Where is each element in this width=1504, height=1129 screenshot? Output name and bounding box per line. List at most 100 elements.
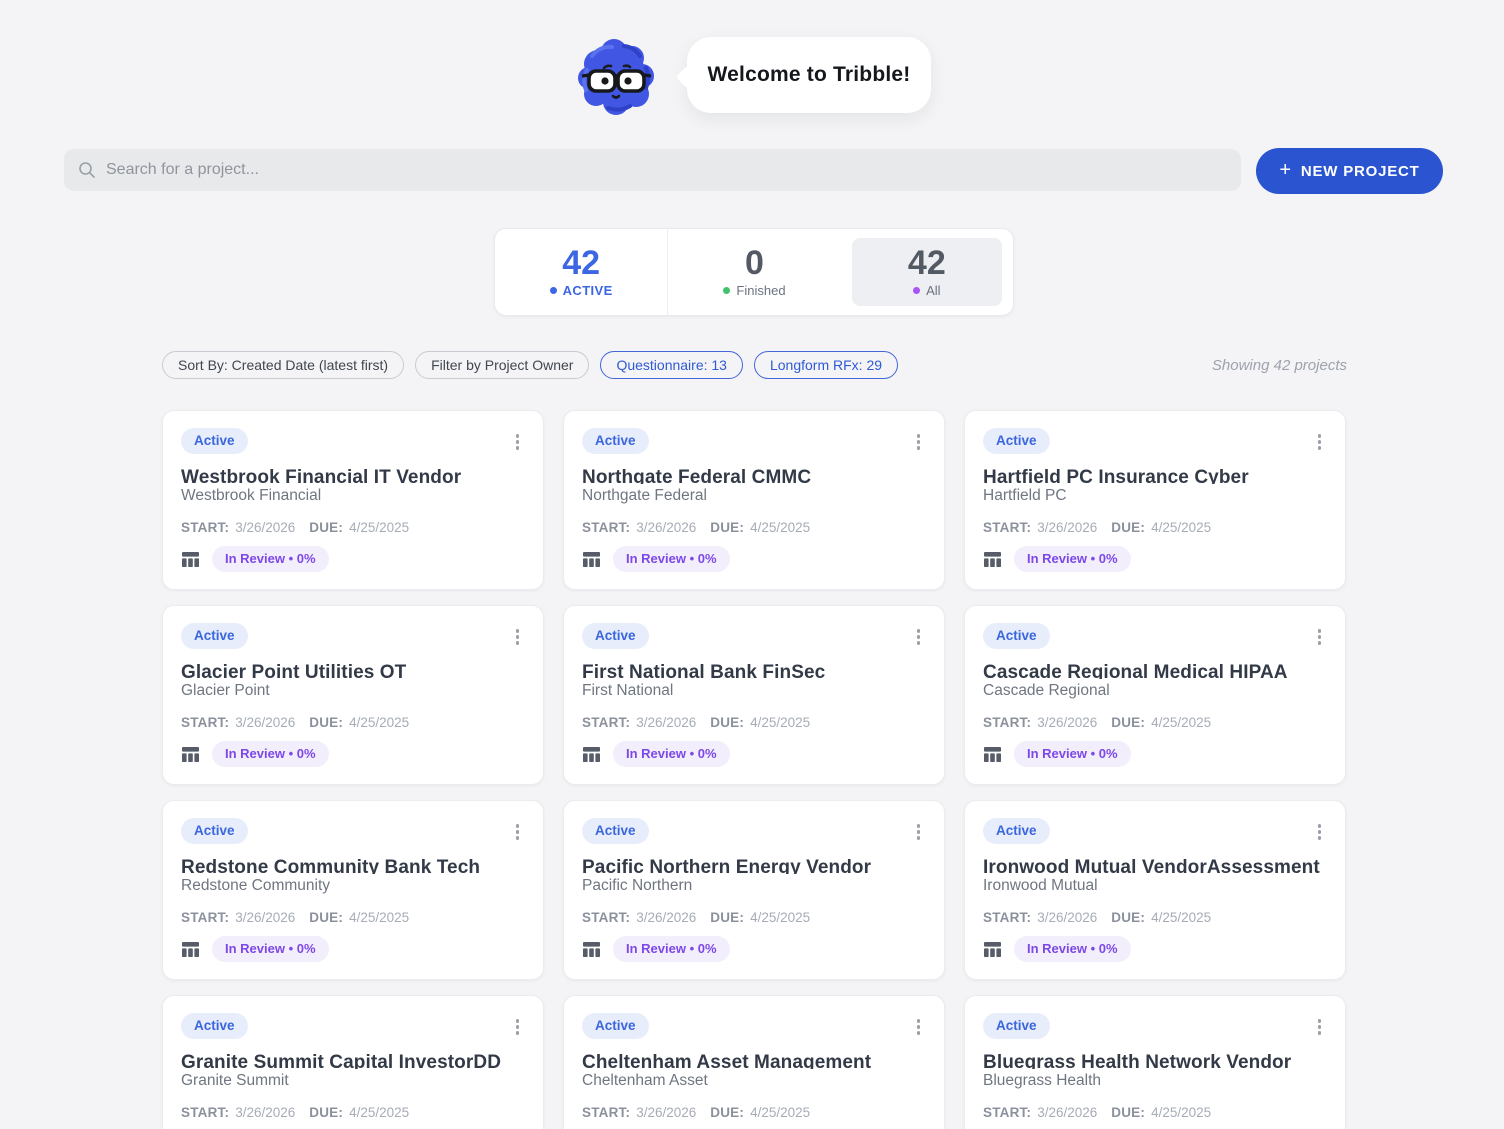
showing-projects-count: Showing 42 projects	[1211, 357, 1347, 374]
kebab-menu-icon[interactable]	[510, 625, 526, 649]
project-dates: START: 3/26/2026 DUE: 4/25/2025	[983, 520, 1327, 535]
project-card[interactable]: Active Glacier Point Utilities OT Glacie…	[162, 605, 544, 785]
stat-label: All	[913, 283, 941, 298]
kebab-menu-icon[interactable]	[1312, 1015, 1328, 1039]
project-card[interactable]: Active First National Bank FinSec First …	[563, 605, 945, 785]
due-date: 4/25/2025	[1151, 715, 1212, 731]
project-title: Pacific Northern Energy Vendor	[582, 857, 872, 875]
due-label: DUE:	[1111, 1105, 1146, 1121]
start-date: 3/26/2026	[235, 715, 296, 731]
project-dates: START: 3/26/2026 DUE: 4/25/2025	[181, 520, 525, 535]
longform-rfx-chip[interactable]: Longform RFx: 29	[753, 351, 899, 379]
due-date: 4/25/2025	[349, 1105, 410, 1121]
project-card[interactable]: Active Pacific Northern Energy Vendor Pa…	[563, 800, 945, 980]
project-search-bar[interactable]	[64, 149, 1241, 191]
kebab-menu-icon[interactable]	[510, 820, 526, 844]
project-subtitle: Westbrook Financial	[181, 487, 322, 505]
due-date: 4/25/2025	[349, 715, 410, 731]
project-card[interactable]: Active Cheltenham Asset Management Chelt…	[563, 995, 945, 1129]
project-card[interactable]: Active Westbrook Financial IT Vendor Wes…	[162, 410, 544, 590]
start-date: 3/26/2026	[636, 715, 697, 731]
kebab-menu-icon[interactable]	[911, 625, 927, 649]
filter-owner-chip[interactable]: Filter by Project Owner	[415, 351, 590, 379]
welcome-speech-bubble: Welcome to Tribble!	[687, 37, 931, 113]
stat-label-text: ACTIVE	[562, 283, 613, 298]
kebab-menu-icon[interactable]	[911, 820, 927, 844]
project-title: Hartfield PC Insurance Cyber	[983, 467, 1249, 485]
table-icon	[984, 746, 1001, 762]
progress-status-pill: In Review • 0%	[1014, 546, 1131, 572]
progress-status-pill: In Review • 0%	[212, 936, 329, 962]
due-label: DUE:	[710, 520, 745, 536]
status-badge: Active	[181, 428, 248, 455]
due-label: DUE:	[1111, 910, 1146, 926]
kebab-menu-icon[interactable]	[510, 1015, 526, 1039]
project-dates: START: 3/26/2026 DUE: 4/25/2025	[181, 715, 525, 730]
project-subtitle: Granite Summit	[181, 1072, 289, 1090]
start-label: START:	[983, 1105, 1032, 1121]
kebab-menu-icon[interactable]	[911, 430, 927, 454]
table-icon	[182, 941, 199, 957]
project-card[interactable]: Active Ironwood Mutual VendorAssessment …	[964, 800, 1346, 980]
project-dates: START: 3/26/2026 DUE: 4/25/2025	[181, 1105, 525, 1120]
due-label: DUE:	[1111, 520, 1146, 536]
project-subtitle: Glacier Point	[181, 682, 270, 700]
start-date: 3/26/2026	[1037, 520, 1098, 536]
due-date: 4/25/2025	[349, 520, 410, 536]
kebab-menu-icon[interactable]	[510, 430, 526, 454]
stat-value: 42	[907, 244, 946, 282]
stat-item[interactable]: 42 ACTIVE	[495, 229, 667, 315]
table-icon	[583, 941, 600, 957]
sort-by-chip[interactable]: Sort By: Created Date (latest first)	[162, 351, 405, 379]
progress-status-pill: In Review • 0%	[1014, 936, 1131, 962]
kebab-menu-icon[interactable]	[1312, 820, 1328, 844]
project-subtitle: First National	[582, 682, 674, 700]
due-label: DUE:	[309, 910, 344, 926]
table-icon	[984, 551, 1001, 567]
project-card[interactable]: Active Hartfield PC Insurance Cyber Hart…	[964, 410, 1346, 590]
kebab-menu-icon[interactable]	[911, 1015, 927, 1039]
status-badge: Active	[983, 818, 1050, 845]
status-badge: Active	[983, 1013, 1050, 1040]
project-dates: START: 3/26/2026 DUE: 4/25/2025	[983, 1105, 1327, 1120]
project-dates: START: 3/26/2026 DUE: 4/25/2025	[582, 520, 926, 535]
project-title: Glacier Point Utilities OT	[181, 662, 407, 680]
new-project-button[interactable]: + NEW PROJECT	[1256, 148, 1443, 194]
stat-label-text: Finished	[736, 283, 786, 298]
progress-status-pill: In Review • 0%	[212, 546, 329, 572]
project-title: Ironwood Mutual VendorAssessment	[983, 857, 1320, 875]
start-label: START:	[181, 520, 230, 536]
table-icon	[583, 746, 600, 762]
stat-value: 0	[745, 244, 764, 282]
project-card[interactable]: Active Bluegrass Health Network Vendor B…	[964, 995, 1346, 1129]
project-subtitle: Redstone Community	[181, 877, 331, 895]
status-badge: Active	[582, 623, 649, 650]
project-stats-card: 42 ACTIVE 0 Finished 42 All	[494, 228, 1014, 316]
project-card[interactable]: Active Granite Summit Capital InvestorDD…	[162, 995, 544, 1129]
start-date: 3/26/2026	[235, 1105, 296, 1121]
stat-dot-icon	[913, 287, 921, 294]
search-input[interactable]	[106, 161, 1227, 179]
project-card[interactable]: Active Northgate Federal CMMC Northgate …	[563, 410, 945, 590]
stat-item[interactable]: 42 All	[841, 229, 1013, 315]
project-title: Northgate Federal CMMC	[582, 467, 812, 485]
due-label: DUE:	[309, 715, 344, 731]
kebab-menu-icon[interactable]	[1312, 430, 1328, 454]
progress-status-pill: In Review • 0%	[613, 546, 730, 572]
project-card[interactable]: Active Redstone Community Bank Tech Reds…	[162, 800, 544, 980]
due-date: 4/25/2025	[750, 1105, 811, 1121]
questionnaire-chip[interactable]: Questionnaire: 13	[600, 351, 743, 379]
start-label: START:	[983, 520, 1032, 536]
start-date: 3/26/2026	[235, 910, 296, 926]
project-subtitle: Bluegrass Health	[983, 1072, 1102, 1090]
search-icon	[79, 162, 95, 178]
table-icon	[182, 551, 199, 567]
start-date: 3/26/2026	[1037, 715, 1098, 731]
project-card[interactable]: Active Cascade Regional Medical HIPAA Ca…	[964, 605, 1346, 785]
welcome-header: Welcome to Tribble!	[0, 0, 1504, 140]
kebab-menu-icon[interactable]	[1312, 625, 1328, 649]
project-dates: START: 3/26/2026 DUE: 4/25/2025	[582, 1105, 926, 1120]
stat-item[interactable]: 0 Finished	[667, 229, 840, 315]
start-label: START:	[582, 1105, 631, 1121]
status-badge: Active	[582, 818, 649, 845]
